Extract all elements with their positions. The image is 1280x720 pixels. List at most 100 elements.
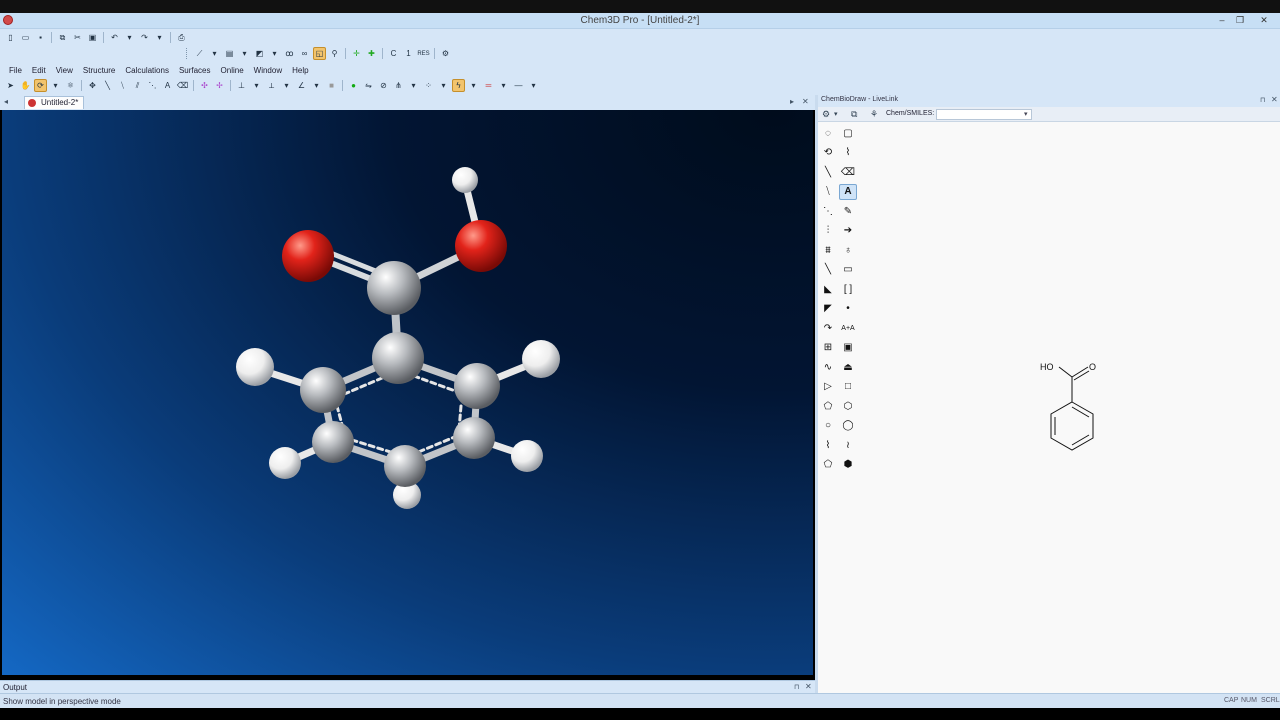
sphere-icon[interactable]: ●	[347, 79, 360, 92]
tab-scroll-left-icon[interactable]: ◂	[4, 97, 8, 106]
pen-icon[interactable]: ✎	[839, 203, 857, 220]
depth-cue-icon[interactable]: ⚲	[328, 47, 341, 60]
hydrogen-atom[interactable]	[522, 340, 560, 378]
dropdown-icon[interactable]: ▾	[250, 79, 263, 92]
dropdown-icon[interactable]: ▾	[437, 79, 450, 92]
settings-icon[interactable]: ⚙	[822, 109, 830, 120]
pentagon-icon[interactable]: ⬠	[819, 398, 837, 415]
dropdown-icon[interactable]: ▾	[49, 79, 62, 92]
mechanism-arrow-icon[interactable]: ↷	[819, 320, 837, 337]
line-icon[interactable]: —	[512, 79, 525, 92]
dropdown-icon[interactable]: ▾	[280, 79, 293, 92]
show-hydrogens-icon[interactable]: ✛	[350, 47, 363, 60]
heptagon-icon[interactable]: ○	[819, 418, 837, 435]
copy-icon[interactable]: ⧉	[56, 31, 69, 44]
redo-dropdown-icon[interactable]: ▾	[153, 31, 166, 44]
save-icon[interactable]: ▪	[34, 31, 47, 44]
measure-icon[interactable]: ⇋	[362, 79, 375, 92]
zoom-icon[interactable]: ⚛	[64, 79, 77, 92]
rectangle-icon[interactable]: ▭	[839, 262, 857, 279]
charge-icon[interactable]: •	[839, 301, 857, 318]
show-lone-pairs-icon[interactable]: ✚	[365, 47, 378, 60]
dropdown-icon[interactable]: ▾	[310, 79, 323, 92]
close-icon[interactable]: ✕	[1256, 14, 1272, 26]
copy-icon[interactable]: ⧉	[851, 109, 857, 120]
serial-number-icon[interactable]: 1	[402, 47, 415, 60]
translate-icon[interactable]: ✥	[86, 79, 99, 92]
menu-calculations[interactable]: Calculations	[120, 66, 174, 75]
stamp-icon[interactable]: ⏏	[839, 359, 857, 376]
menu-online[interactable]: Online	[216, 66, 249, 75]
settings-icon[interactable]: ⚙	[439, 47, 452, 60]
hydrogen-atom[interactable]	[452, 167, 478, 193]
paste-icon[interactable]: ▣	[86, 31, 99, 44]
chevron-down-icon[interactable]: ▾	[1024, 110, 1028, 118]
tab-scroll-right-icon[interactable]: ▸	[790, 97, 794, 106]
carbon-atom[interactable]	[300, 367, 346, 413]
dropdown-icon[interactable]: ▾	[497, 79, 510, 92]
oxygen-atom[interactable]	[282, 230, 334, 282]
lightning-icon[interactable]: ϟ	[452, 79, 465, 92]
triple-bond-icon[interactable]: ⫽	[131, 79, 144, 92]
square-ring-icon[interactable]: □	[839, 379, 857, 396]
carbon-atom[interactable]	[372, 332, 424, 384]
rotate-icon[interactable]: ⟳	[34, 79, 47, 92]
triangle-icon[interactable]: ▷	[819, 379, 837, 396]
bond-display-icon[interactable]: ⟋	[193, 47, 206, 60]
hexagon-icon[interactable]: ⬡	[839, 398, 857, 415]
lasso-icon[interactable]: ◌	[819, 125, 837, 142]
carbon-label-icon[interactable]: C	[387, 47, 400, 60]
close-output-icon[interactable]: ✕	[805, 682, 812, 691]
background-icon[interactable]: ◩	[253, 47, 266, 60]
hashed-wedge-icon[interactable]: ◤	[819, 301, 837, 318]
hydrogen-atom[interactable]	[511, 440, 543, 472]
bold-bond-icon[interactable]: ╲	[819, 262, 837, 279]
arrow-icon[interactable]: ➔	[839, 223, 857, 240]
single-bond-icon[interactable]: ╲	[101, 79, 114, 92]
align-icon[interactable]: ⋔	[392, 79, 405, 92]
dropdown-icon[interactable]: ▾	[834, 110, 838, 118]
hand-icon[interactable]: ✋	[19, 79, 32, 92]
menu-surfaces[interactable]: Surfaces	[174, 66, 216, 75]
bond-length-icon[interactable]: ⟂	[265, 79, 278, 92]
3d-model-viewport[interactable]	[2, 110, 813, 675]
eraser-icon[interactable]: ⌫	[839, 164, 857, 181]
dropdown-icon[interactable]: ▾	[268, 47, 281, 60]
carbon-atom[interactable]	[367, 261, 421, 315]
table-icon[interactable]: ⊞	[819, 340, 837, 357]
wedge-bond-icon[interactable]: ◣	[819, 281, 837, 298]
open-file-icon[interactable]: ▭	[19, 31, 32, 44]
rotate-3d-icon[interactable]: ⟲	[819, 145, 837, 162]
hydrogen-atom[interactable]	[236, 348, 274, 386]
plane-icon[interactable]: ═	[482, 79, 495, 92]
menu-structure[interactable]: Structure	[78, 66, 120, 75]
rotate-z-icon[interactable]: ✢	[213, 79, 226, 92]
tab-untitled-2[interactable]: Untitled-2*	[24, 96, 85, 109]
axis-icon[interactable]: ⊥	[235, 79, 248, 92]
toolbar-grip[interactable]	[186, 48, 189, 59]
wavy-bond-icon[interactable]: ⩩	[819, 242, 837, 259]
multiple-bond-icon[interactable]: ⧹	[819, 184, 837, 201]
spectrum-icon[interactable]: ∿	[819, 359, 837, 376]
benzene-icon[interactable]: ⬢	[839, 457, 857, 474]
carbon-atom[interactable]	[384, 445, 426, 487]
print-icon[interactable]: ⎙	[175, 31, 188, 44]
text-tool-icon[interactable]: A	[161, 79, 174, 92]
minimize-icon[interactable]: –	[1214, 14, 1230, 26]
marquee-icon[interactable]: ▢	[839, 125, 857, 142]
stereo-icon[interactable]: ꝏ	[283, 47, 296, 60]
menu-file[interactable]: File	[4, 66, 27, 75]
cyclohexane-chair-2-icon[interactable]: ≀	[839, 437, 857, 454]
cyclopentadiene-icon[interactable]: ⬠	[819, 457, 837, 474]
carbon-atom[interactable]	[453, 417, 495, 459]
pin-icon[interactable]: ⊓	[1260, 96, 1265, 104]
redo-icon[interactable]: ↷	[138, 31, 151, 44]
stereo-pair-icon[interactable]: ∞	[298, 47, 311, 60]
restore-icon[interactable]: ❐	[1232, 14, 1248, 26]
carbon-atom[interactable]	[312, 421, 354, 463]
menu-view[interactable]: View	[51, 66, 78, 75]
pin-icon[interactable]: ⊓	[794, 683, 799, 691]
close-document-icon[interactable]: ✕	[802, 97, 809, 106]
dots-icon[interactable]: ⁘	[422, 79, 435, 92]
cut-icon[interactable]: ✂	[71, 31, 84, 44]
